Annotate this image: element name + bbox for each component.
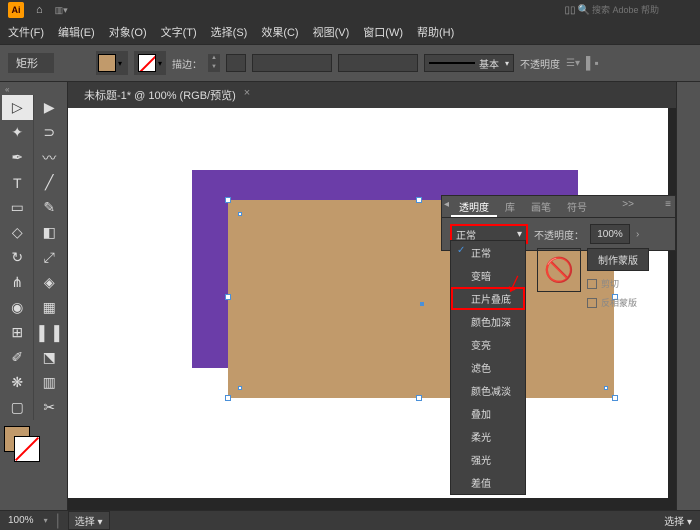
stroke-color[interactable]	[14, 436, 40, 462]
line-tool[interactable]: ╱	[34, 170, 65, 195]
tab-brushes[interactable]: 画笔	[523, 196, 559, 217]
opacity-label: 不透明度	[520, 56, 560, 71]
gradient-tool[interactable]: ▌▐	[34, 320, 65, 345]
panel-more[interactable]: >>	[618, 196, 638, 217]
menu-edit[interactable]: 编辑(E)	[52, 22, 101, 42]
make-mask-button[interactable]: 制作蒙版	[587, 248, 649, 271]
close-tab[interactable]: ×	[244, 87, 250, 103]
selection-handle[interactable]	[612, 395, 618, 401]
blend-lighten[interactable]: 变亮	[451, 333, 525, 356]
direct-selection-tool[interactable]: ▶	[34, 95, 65, 120]
slice-tool[interactable]: ✂	[34, 395, 65, 420]
blend-overlay[interactable]: 叠加	[451, 402, 525, 425]
stroke-width[interactable]	[226, 54, 246, 72]
magic-wand-tool[interactable]: ✦	[2, 120, 34, 145]
blend-soft-light[interactable]: 柔光	[451, 425, 525, 448]
stroke-label: 描边：	[172, 56, 202, 71]
zoom-level[interactable]: 100%	[8, 515, 34, 526]
opacity-arrow[interactable]: ›	[636, 229, 639, 240]
mask-preview[interactable]: 🚫	[537, 248, 581, 292]
selection-handle[interactable]	[225, 395, 231, 401]
variable-width[interactable]	[338, 54, 418, 72]
menu-view[interactable]: 视图(V)	[307, 22, 356, 42]
clip-checkbox[interactable]: 剪切	[587, 277, 649, 290]
panel-opacity-label: 不透明度：	[534, 227, 584, 242]
type-tool[interactable]: T	[2, 170, 34, 195]
status-select[interactable]: 选择 ▾	[68, 511, 110, 530]
menu-window[interactable]: 窗口(W)	[357, 22, 409, 42]
menu-select[interactable]: 选择(S)	[205, 22, 254, 42]
right-panel-strip[interactable]	[676, 82, 700, 510]
stroke-stepper[interactable]: ▲▼	[208, 54, 220, 72]
menubar: 文件(F) 编辑(E) 对象(O) 文字(T) 选择(S) 效果(C) 视图(V…	[0, 20, 700, 44]
align-icon[interactable]: ▌▪	[586, 56, 599, 70]
selection-handle[interactable]	[225, 294, 231, 300]
width-tool[interactable]: ⋔	[2, 270, 34, 295]
invert-checkbox[interactable]: 反相蒙版	[587, 296, 649, 309]
anchor-point[interactable]	[238, 212, 242, 216]
home-icon[interactable]: ⌂	[36, 4, 43, 16]
graph-tool[interactable]: ▥	[34, 370, 65, 395]
app-logo: Ai	[8, 2, 24, 18]
panel-menu-icon[interactable]: ≡	[661, 196, 675, 217]
blend-normal[interactable]: 正常	[451, 241, 525, 264]
selection-tool[interactable]: ▷	[2, 95, 34, 120]
blend-color-burn[interactable]: 颜色加深	[451, 310, 525, 333]
eyedropper-tool[interactable]: ✐	[2, 345, 34, 370]
menu-file[interactable]: 文件(F)	[2, 22, 50, 42]
brush-style[interactable]: 基本▾	[424, 54, 514, 72]
artboard-tool[interactable]: ▢	[2, 395, 34, 420]
menu-type[interactable]: 文字(T)	[155, 22, 203, 42]
document-tab[interactable]: 未标题-1* @ 100% (RGB/预览) ×	[76, 83, 258, 107]
toolbox-collapse[interactable]: «	[2, 84, 65, 95]
shape-label: 矩形	[8, 53, 54, 73]
scale-tool[interactable]: ⤢	[34, 245, 65, 270]
search-icon[interactable]: 🔍	[578, 5, 590, 16]
options-icon[interactable]: ☰▾	[566, 58, 580, 69]
mesh-tool[interactable]: ⊞	[2, 320, 34, 345]
free-transform-tool[interactable]: ◈	[34, 270, 65, 295]
selection-handle[interactable]	[416, 395, 422, 401]
eraser-tool[interactable]: ◧	[34, 220, 65, 245]
blend-tool[interactable]: ⬔	[34, 345, 65, 370]
tab-transparency[interactable]: 透明度	[451, 196, 497, 217]
rotate-tool[interactable]: ↻	[2, 245, 34, 270]
canvas[interactable]	[68, 108, 676, 510]
rectangle-tool[interactable]: ▭	[2, 195, 34, 220]
stroke-swatch[interactable]: ▾	[134, 51, 166, 75]
blend-difference[interactable]: 差值	[451, 471, 525, 494]
layout-icon[interactable]: ▥▾	[55, 5, 68, 16]
selection-handle[interactable]	[225, 197, 231, 203]
shaper-tool[interactable]: ◇	[2, 220, 34, 245]
brush-tool[interactable]: ✎	[34, 195, 65, 220]
curvature-tool[interactable]: 〰	[34, 145, 65, 170]
fill-swatch[interactable]: ▾	[96, 51, 128, 75]
panel-grip[interactable]: ◂	[442, 196, 451, 217]
anchor-point[interactable]	[604, 386, 608, 390]
tab-symbols[interactable]: 符号	[559, 196, 595, 217]
toolbox: « ▷▶ ✦⊃ ✒〰 T╱ ▭✎ ◇◧ ↻⤢ ⋔◈ ◉▦ ⊞▌▐ ✐⬔ ❋▥ ▢…	[0, 82, 68, 510]
lasso-tool[interactable]: ⊃	[34, 120, 65, 145]
center-point[interactable]	[420, 302, 424, 306]
search-input[interactable]	[592, 5, 692, 15]
status-right: 选择 ▾	[664, 513, 692, 528]
opacity-value[interactable]: 100%	[590, 224, 630, 244]
anchor-point[interactable]	[238, 386, 242, 390]
blend-screen[interactable]: 滤色	[451, 356, 525, 379]
pen-tool[interactable]: ✒	[2, 145, 34, 170]
menu-help[interactable]: 帮助(H)	[411, 22, 460, 42]
control-bar: 矩形 ▾ ▾ 描边： ▲▼ 基本▾ 不透明度 ☰▾ ▌▪	[0, 44, 700, 82]
menu-object[interactable]: 对象(O)	[103, 22, 153, 42]
symbol-sprayer-tool[interactable]: ❋	[2, 370, 34, 395]
tab-library[interactable]: 库	[497, 196, 523, 217]
selection-handle[interactable]	[416, 197, 422, 203]
blend-hard-light[interactable]: 强光	[451, 448, 525, 471]
split-icon[interactable]: ▯▯	[565, 5, 576, 16]
stroke-style[interactable]	[252, 54, 332, 72]
menu-effect[interactable]: 效果(C)	[255, 22, 304, 42]
perspective-tool[interactable]: ▦	[34, 295, 65, 320]
blend-color-dodge[interactable]: 颜色减淡	[451, 379, 525, 402]
transparency-panel: ◂ 透明度 库 画笔 符号 >> ≡ 正常▾ 不透明度： 100% › 🚫 制作…	[441, 195, 676, 251]
shape-builder-tool[interactable]: ◉	[2, 295, 34, 320]
